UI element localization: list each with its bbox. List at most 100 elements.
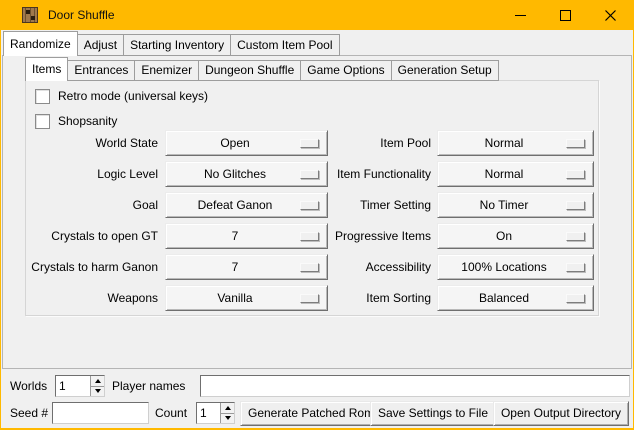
crystals-ganon-dropdown[interactable]: 7 [165, 254, 328, 280]
app-door-icon [22, 7, 38, 23]
logic-level-value: No Glitches [166, 167, 300, 181]
spin-down-icon [225, 416, 231, 420]
seed-label: Seed # [10, 402, 48, 424]
dropdown-indicator-icon [566, 170, 585, 179]
crystals-gt-label: Crystals to open GT [51, 223, 158, 249]
world-state-label: World State [96, 130, 158, 156]
weapons-dropdown[interactable]: Vanilla [165, 285, 328, 311]
item-functionality-label: Item Functionality [337, 161, 431, 187]
item-functionality-dropdown[interactable]: Normal [437, 161, 594, 187]
item-sorting-value: Balanced [438, 291, 566, 305]
dropdown-indicator-icon [566, 294, 585, 303]
timer-setting-label: Timer Setting [360, 192, 431, 218]
maximize-button[interactable] [543, 0, 588, 30]
tab-generation-setup[interactable]: Generation Setup [391, 60, 499, 81]
crystals-ganon-value: 7 [166, 260, 300, 274]
worlds-spin-down-button[interactable] [91, 387, 104, 397]
tab-items[interactable]: Items [25, 57, 68, 81]
timer-setting-value: No Timer [438, 198, 566, 212]
save-settings-button[interactable]: Save Settings to File [370, 401, 496, 426]
item-sorting-dropdown[interactable]: Balanced [437, 285, 594, 311]
progressive-items-value: On [438, 229, 566, 243]
title-bar[interactable]: Door Shuffle [1, 0, 633, 30]
minimize-button[interactable] [498, 0, 543, 30]
retro-mode-row: Retro mode (universal keys) [35, 88, 208, 104]
generate-patched-rom-button[interactable]: Generate Patched Rom [240, 401, 382, 426]
dropdown-indicator-icon [300, 201, 319, 210]
worlds-value: 1 [56, 376, 90, 396]
logic-level-label: Logic Level [97, 161, 158, 187]
shopsanity-label: Shopsanity [58, 114, 117, 128]
item-pool-value: Normal [438, 136, 566, 150]
spin-up-icon [225, 406, 231, 410]
dropdown-indicator-icon [300, 139, 319, 148]
tab-game-options[interactable]: Game Options [300, 60, 391, 81]
dropdown-indicator-icon [566, 232, 585, 241]
tab-custom-item-pool[interactable]: Custom Item Pool [230, 34, 339, 56]
crystals-ganon-label: Crystals to harm Ganon [31, 254, 158, 280]
worlds-spinbox[interactable]: 1 [55, 375, 105, 397]
accessibility-dropdown[interactable]: 100% Locations [437, 254, 594, 280]
progressive-items-label: Progressive Items [335, 223, 431, 249]
retro-mode-checkbox[interactable] [35, 89, 50, 104]
window-title: Door Shuffle [48, 0, 115, 30]
open-output-directory-button[interactable]: Open Output Directory [493, 401, 629, 426]
minimize-icon [515, 15, 526, 16]
tab-adjust[interactable]: Adjust [77, 34, 124, 56]
tab-randomize[interactable]: Randomize [3, 31, 78, 56]
tab-entrances[interactable]: Entrances [67, 60, 135, 81]
accessibility-label: Accessibility [366, 254, 431, 280]
shopsanity-row: Shopsanity [35, 113, 117, 129]
count-spinbox[interactable]: 1 [196, 402, 235, 424]
dropdown-indicator-icon [566, 139, 585, 148]
spin-up-icon [95, 379, 101, 383]
logic-level-dropdown[interactable]: No Glitches [165, 161, 328, 187]
count-spin-down-button[interactable] [221, 414, 234, 424]
timer-setting-dropdown[interactable]: No Timer [437, 192, 594, 218]
retro-mode-label: Retro mode (universal keys) [58, 89, 208, 103]
count-spin-up-button[interactable] [221, 403, 234, 414]
crystals-gt-dropdown[interactable]: 7 [165, 223, 328, 249]
app-window: Door Shuffle Randomize Adjust Starting I… [0, 0, 634, 430]
dropdown-indicator-icon [300, 294, 319, 303]
tab-dungeon-shuffle[interactable]: Dungeon Shuffle [198, 60, 301, 81]
dropdown-indicator-icon [300, 263, 319, 272]
goal-label: Goal [133, 192, 158, 218]
item-pool-label: Item Pool [380, 130, 431, 156]
dropdown-indicator-icon [300, 170, 319, 179]
sub-tab-bar: Items Entrances Enemizer Dungeon Shuffle… [25, 57, 499, 81]
window-controls [498, 0, 633, 30]
dropdown-indicator-icon [566, 263, 585, 272]
goal-value: Defeat Ganon [166, 198, 300, 212]
item-sorting-label: Item Sorting [366, 285, 431, 311]
close-icon [605, 10, 616, 21]
spin-down-icon [95, 389, 101, 393]
item-pool-dropdown[interactable]: Normal [437, 130, 594, 156]
worlds-spin-up-button[interactable] [91, 376, 104, 387]
dropdown-indicator-icon [566, 201, 585, 210]
player-names-label: Player names [112, 375, 185, 397]
weapons-value: Vanilla [166, 291, 300, 305]
progressive-items-dropdown[interactable]: On [437, 223, 594, 249]
weapons-label: Weapons [108, 285, 158, 311]
tab-starting-inventory[interactable]: Starting Inventory [123, 34, 231, 56]
dropdown-indicator-icon [300, 232, 319, 241]
world-state-value: Open [166, 136, 300, 150]
close-button[interactable] [588, 0, 633, 30]
count-spin-arrows [220, 403, 234, 423]
tab-enemizer[interactable]: Enemizer [134, 60, 199, 81]
main-tab-bar: Randomize Adjust Starting Inventory Cust… [3, 31, 340, 56]
shopsanity-checkbox[interactable] [35, 114, 50, 129]
item-functionality-value: Normal [438, 167, 566, 181]
goal-dropdown[interactable]: Defeat Ganon [165, 192, 328, 218]
count-value: 1 [197, 403, 220, 423]
player-names-input[interactable] [200, 375, 630, 397]
worlds-label: Worlds [10, 375, 47, 397]
count-label: Count [155, 402, 187, 424]
crystals-gt-value: 7 [166, 229, 300, 243]
seed-input[interactable] [52, 402, 149, 424]
accessibility-value: 100% Locations [438, 260, 566, 274]
worlds-spin-arrows [90, 376, 104, 396]
world-state-dropdown[interactable]: Open [165, 130, 328, 156]
maximize-icon [560, 10, 571, 21]
